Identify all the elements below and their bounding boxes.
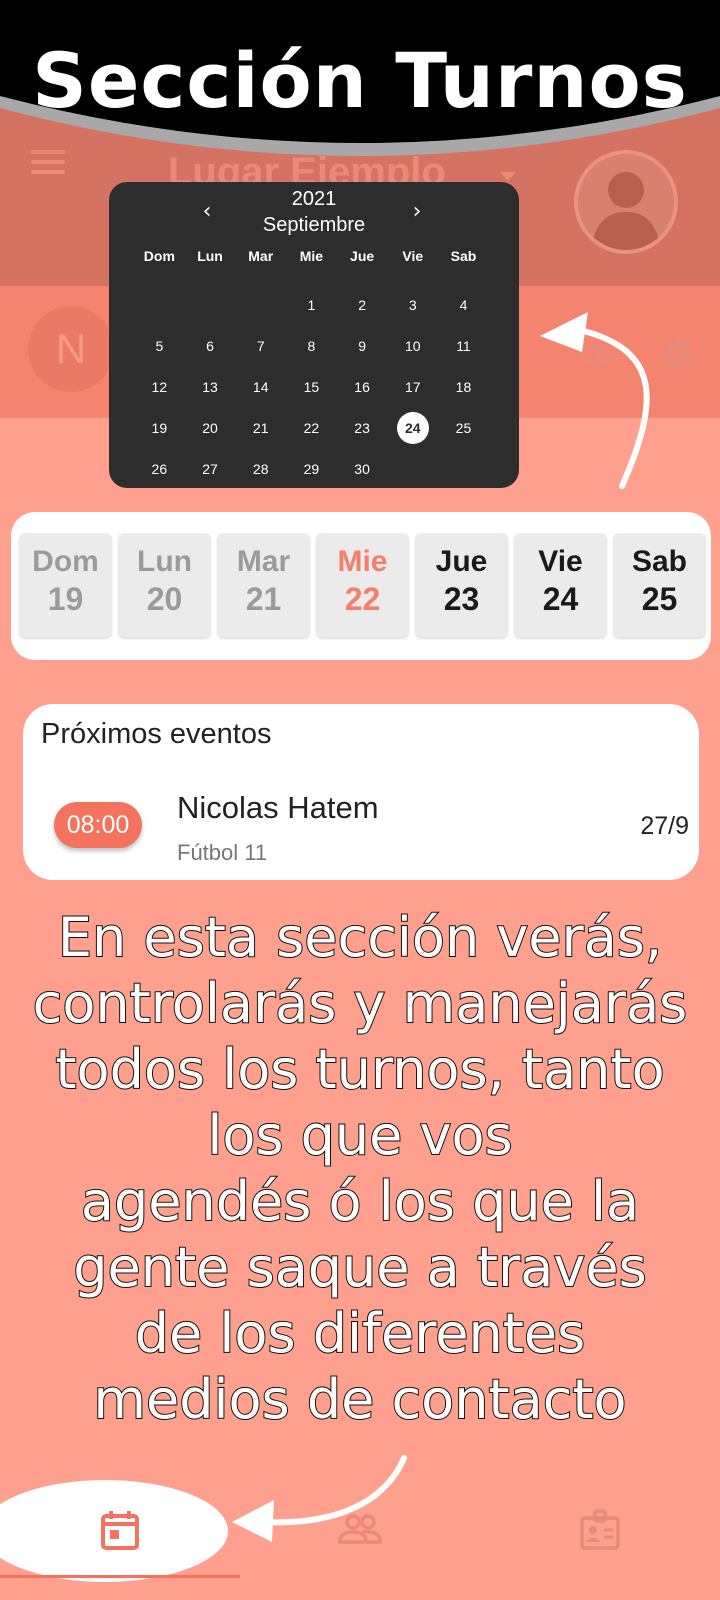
calendar-day[interactable]: 26 bbox=[134, 448, 185, 489]
calendar-day[interactable]: 11 bbox=[438, 325, 489, 366]
calendar-weekday: Sab bbox=[450, 248, 477, 264]
users-icon[interactable] bbox=[336, 1506, 384, 1554]
calendar-day[interactable]: 27 bbox=[185, 448, 236, 489]
section-description: En esta sección verás, controlarás y mane… bbox=[20, 905, 700, 1433]
week-day-name: Sab bbox=[631, 545, 688, 578]
calendar-empty-cell bbox=[235, 284, 286, 325]
calendar-day-selected[interactable]: 24 bbox=[387, 407, 438, 448]
week-day-name: Jue bbox=[435, 545, 488, 578]
week-day-number: 21 bbox=[245, 581, 282, 617]
calendar-day[interactable]: 10 bbox=[387, 325, 438, 366]
calendar-day[interactable]: 6 bbox=[185, 325, 236, 366]
user-avatar[interactable]: N bbox=[28, 306, 114, 392]
link-icon[interactable] bbox=[578, 334, 618, 374]
calendar-day[interactable]: 25 bbox=[438, 407, 489, 448]
calendar-icon[interactable] bbox=[96, 1506, 144, 1554]
week-day-number: 20 bbox=[146, 581, 183, 617]
calendar-weekday: Dom bbox=[143, 248, 175, 264]
calendar-day[interactable]: 3 bbox=[387, 284, 438, 325]
week-day-sab[interactable]: Sab 25 bbox=[613, 533, 706, 637]
week-day-name: Mie bbox=[337, 545, 388, 578]
week-day-number: 23 bbox=[443, 581, 480, 617]
calendar-day[interactable]: 22 bbox=[286, 407, 337, 448]
week-day-mar[interactable]: Mar 21 bbox=[217, 533, 310, 637]
calendar-weekday: Lun bbox=[197, 248, 223, 264]
description-line: de los diferentes bbox=[134, 1301, 587, 1366]
week-strip: Dom 19 Lun 20 Mar 21 Mie 22 Jue 23 Vie 24 Sab 25 bbox=[11, 512, 711, 660]
calendar-day[interactable]: 29 bbox=[286, 448, 337, 489]
calendar-day[interactable]: 15 bbox=[286, 366, 337, 407]
week-day-dom[interactable]: Dom 19 bbox=[19, 533, 112, 637]
banner-title: Sección Turnos bbox=[32, 36, 688, 125]
calendar-day[interactable]: 16 bbox=[337, 366, 388, 407]
dropdown-caret-icon[interactable] bbox=[500, 172, 516, 181]
week-day-number: 24 bbox=[542, 581, 579, 617]
calendar-year[interactable]: 2021 bbox=[109, 188, 519, 211]
calendar-weekday: Jue bbox=[350, 248, 375, 264]
calendar-day-grid: 1 2 3 4 5 6 7 8 9 10 11 12 13 14 15 16 17 18 19 20 21 22 23 24 2… bbox=[134, 284, 494, 489]
calendar-weekday: Mie bbox=[299, 248, 324, 264]
calendar-month: Septiembre bbox=[262, 214, 366, 236]
calendar-empty-cell bbox=[134, 284, 185, 325]
calendar-day[interactable]: 1 bbox=[286, 284, 337, 325]
week-day-number: 22 bbox=[344, 581, 381, 617]
description-line: En esta sección verás, bbox=[57, 905, 663, 970]
event-sport: Fútbol 11 bbox=[177, 840, 268, 865]
calendar-day[interactable]: 2 bbox=[337, 284, 388, 325]
nav-active-indicator bbox=[0, 1575, 240, 1578]
calendar-empty-cell bbox=[185, 284, 236, 325]
week-day-number: 19 bbox=[47, 581, 84, 617]
week-day-number: 25 bbox=[641, 581, 678, 617]
week-day-name: Mar bbox=[236, 545, 291, 578]
calendar-day[interactable]: 17 bbox=[387, 366, 438, 407]
calendar-day[interactable]: 12 bbox=[134, 366, 185, 407]
calendar-day[interactable]: 20 bbox=[185, 407, 236, 448]
calendar-day[interactable]: 9 bbox=[337, 325, 388, 366]
week-day-jue[interactable]: Jue 23 bbox=[415, 533, 508, 637]
calendar-day[interactable]: 13 bbox=[185, 366, 236, 407]
calendar-day[interactable]: 19 bbox=[134, 407, 185, 448]
description-line: controlarás y manejarás bbox=[32, 971, 689, 1036]
description-line: agendés ó los que la bbox=[80, 1169, 640, 1234]
calendar-day[interactable]: 8 bbox=[286, 325, 337, 366]
chevron-right-icon[interactable]: › bbox=[403, 198, 431, 226]
week-day-lun[interactable]: Lun 20 bbox=[118, 533, 211, 637]
event-name[interactable]: Nicolas Hatem bbox=[177, 790, 379, 826]
week-day-name: Vie bbox=[538, 545, 583, 578]
description-line: los que vos bbox=[206, 1103, 513, 1168]
description-line: gente saque a través bbox=[72, 1235, 647, 1300]
event-date: 27/9 bbox=[640, 812, 689, 840]
date-picker: ‹ 2021 Septiembre › Dom Lun Mar Mie Jue Vie Sa… bbox=[109, 182, 519, 488]
events-title: Próximos eventos bbox=[41, 718, 272, 750]
description-line: todos los turnos, tanto bbox=[54, 1037, 665, 1102]
contact-card-icon[interactable] bbox=[576, 1506, 624, 1554]
calendar-day[interactable]: 7 bbox=[235, 325, 286, 366]
week-day-name: Lun bbox=[137, 545, 192, 578]
calendar-weekday: Mar bbox=[248, 248, 274, 264]
calendar-day[interactable]: 14 bbox=[235, 366, 286, 407]
calendar-day[interactable]: 4 bbox=[438, 284, 489, 325]
week-day-mie[interactable]: Mie 22 bbox=[316, 533, 409, 637]
calendar-day[interactable]: 21 bbox=[235, 407, 286, 448]
event-time-badge[interactable]: 08:00 bbox=[54, 802, 142, 848]
calendar-day[interactable]: 28 bbox=[235, 448, 286, 489]
calendar-day[interactable]: 5 bbox=[134, 325, 185, 366]
calendar-weekday-header: Dom Lun Mar Mie Jue Vie Sab bbox=[134, 248, 494, 264]
calendar-day[interactable]: 30 bbox=[337, 448, 388, 489]
week-day-vie[interactable]: Vie 24 bbox=[514, 533, 607, 637]
calendar-weekday: Vie bbox=[402, 248, 424, 264]
calendar-day[interactable]: 18 bbox=[438, 366, 489, 407]
description-line: medios de contacto bbox=[92, 1367, 627, 1432]
calendar-day[interactable]: 23 bbox=[337, 407, 388, 448]
upcoming-events-card: Próximos eventos 08:00 Nicolas Hatem Fút… bbox=[23, 704, 699, 880]
gear-icon[interactable] bbox=[658, 334, 698, 374]
week-day-name: Dom bbox=[32, 545, 99, 578]
